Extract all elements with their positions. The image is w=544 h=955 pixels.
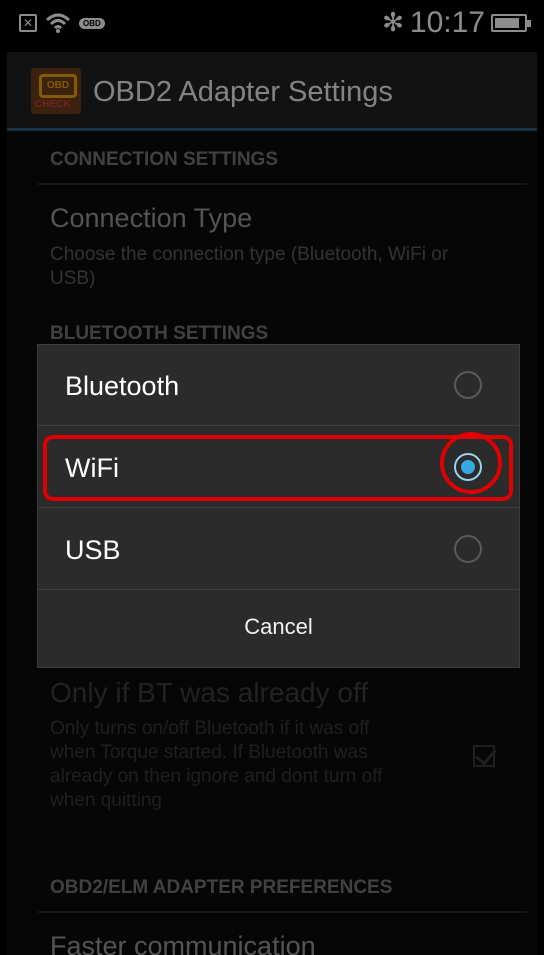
option-label: USB: [65, 535, 121, 565]
option-divider: [38, 507, 519, 508]
radio-button[interactable]: [454, 371, 482, 399]
phone-screen: ✕ OBD ✻ 10:17 OBD CHECK OBD2 Adapter Set…: [7, 0, 537, 955]
option-label: WiFi: [65, 453, 119, 483]
radio-button[interactable]: [454, 453, 482, 481]
option-bluetooth[interactable]: Bluetooth: [38, 345, 519, 425]
cancel-button[interactable]: Cancel: [38, 587, 519, 667]
option-label: Bluetooth: [65, 371, 180, 401]
option-wifi[interactable]: WiFi: [38, 427, 519, 507]
option-divider: [38, 425, 519, 426]
radio-button[interactable]: [454, 535, 482, 563]
option-usb[interactable]: USB: [38, 509, 519, 589]
connection-type-dialog: Bluetooth WiFi USB Cancel: [37, 344, 520, 668]
